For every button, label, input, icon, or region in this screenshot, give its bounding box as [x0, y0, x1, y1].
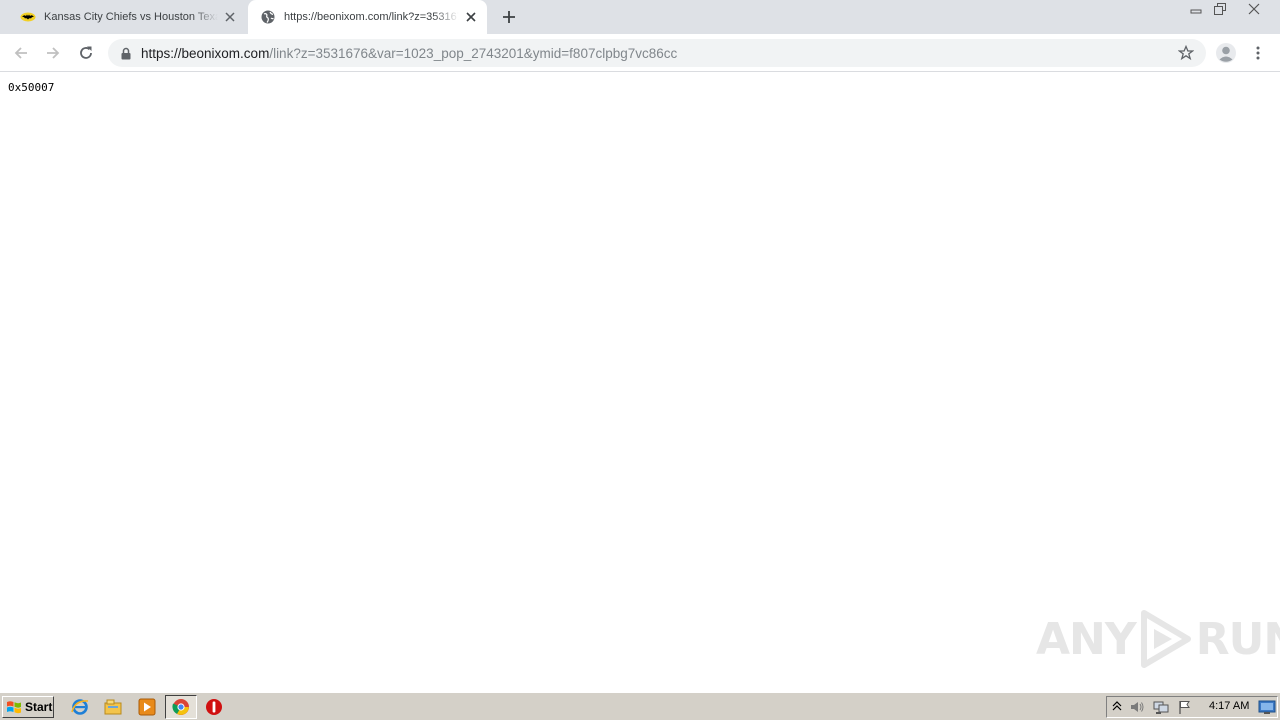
- restore-button[interactable]: [1208, 0, 1232, 18]
- ie-icon[interactable]: [71, 698, 89, 716]
- url-path: /link?z=3531676&var=1023_pop_2743201&ymi…: [269, 45, 678, 61]
- browser-menu-icon[interactable]: [1250, 42, 1266, 64]
- globe-icon: [260, 9, 276, 25]
- chrome-icon: [172, 699, 189, 715]
- page-text: 0x50007: [8, 81, 55, 94]
- close-tab-icon[interactable]: [222, 9, 238, 25]
- browser-toolbar: https://beonixom.com/link?z=3531676&var=…: [0, 34, 1280, 72]
- anyrun-play-icon: [1140, 610, 1191, 668]
- reload-button[interactable]: [75, 42, 97, 64]
- explorer-icon[interactable]: [104, 698, 122, 716]
- close-tab-icon[interactable]: [463, 9, 479, 25]
- show-desktop-icon[interactable]: [1258, 698, 1276, 716]
- close-window-button[interactable]: [1240, 0, 1268, 18]
- chrome-taskbar-button[interactable]: [165, 695, 197, 719]
- start-button[interactable]: Start: [2, 696, 54, 718]
- volume-icon[interactable]: [1129, 699, 1145, 715]
- back-button[interactable]: [10, 42, 32, 64]
- windows-logo-icon: [7, 701, 21, 714]
- tab-title: Kansas City Chiefs vs Houston Texans: [44, 11, 218, 23]
- anyrun-watermark: ANY RUN: [1036, 609, 1280, 669]
- minimize-button[interactable]: [1184, 0, 1208, 18]
- action-center-flag-icon[interactable]: [1177, 699, 1193, 715]
- media-player-icon[interactable]: [138, 698, 156, 716]
- forward-button[interactable]: [42, 42, 64, 64]
- url-host: https://beonixom.com: [141, 45, 270, 61]
- system-tray: 4:17 AM: [1106, 696, 1278, 718]
- bookmark-star-icon[interactable]: [1178, 45, 1194, 61]
- stop-icon[interactable]: [205, 698, 223, 716]
- show-hidden-icons-icon[interactable]: [1109, 699, 1125, 715]
- lock-icon[interactable]: [120, 46, 132, 60]
- start-label: Start: [25, 700, 53, 714]
- tab-beonixom[interactable]: https://beonixom.com/link?z=3531676&var=…: [248, 0, 487, 34]
- new-tab-button[interactable]: [500, 8, 518, 26]
- watermark-right: RUN: [1195, 613, 1280, 665]
- network-icon[interactable]: [1153, 699, 1169, 715]
- tab-title: https://beonixom.com/link?z=3531676&var=…: [284, 11, 459, 23]
- tab-strip: Kansas City Chiefs vs Houston Texans htt…: [0, 0, 1280, 34]
- watermark-left: ANY: [1036, 613, 1137, 665]
- page-content: 0x50007 ANY RUN: [0, 72, 1280, 692]
- windows-taskbar: Start 4:17 AM: [0, 692, 1280, 720]
- url-text[interactable]: https://beonixom.com/link?z=3531676&var=…: [141, 46, 677, 61]
- batman-icon: [20, 9, 36, 25]
- profile-avatar-icon[interactable]: [1215, 42, 1237, 64]
- tab-kansas-city-chiefs[interactable]: Kansas City Chiefs vs Houston Texans: [8, 0, 246, 34]
- address-bar[interactable]: https://beonixom.com/link?z=3531676&var=…: [108, 39, 1206, 67]
- system-clock[interactable]: 4:17 AM: [1209, 700, 1249, 712]
